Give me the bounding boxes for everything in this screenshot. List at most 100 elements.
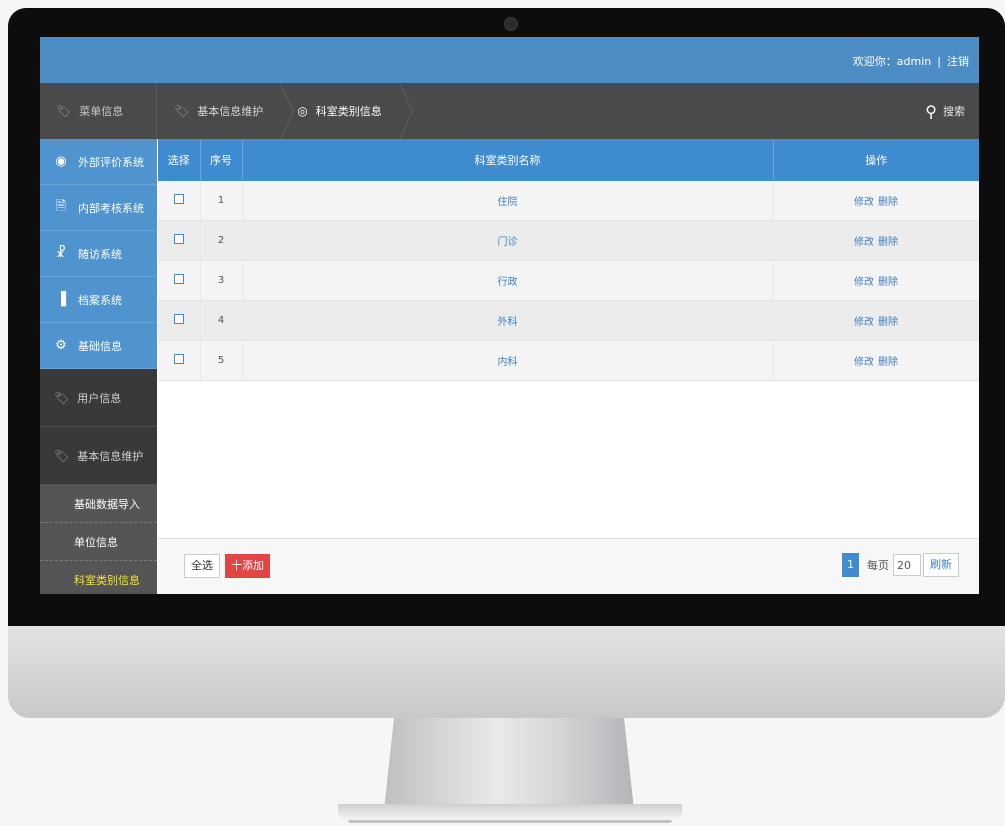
menu-section-text: 菜单信息 [79,105,124,118]
row-checkbox[interactable] [173,314,184,324]
breadcrumb-item-basic-info[interactable]: 🏷︎ 基本信息维护 [158,83,281,139]
table-row: 2 门诊 修改 删除 [158,220,979,261]
breadcrumb-item-dept-category[interactable]: ◎ 科室类别信息 [281,83,399,139]
select-cell [158,260,201,301]
monitor-chin [8,626,1005,718]
sidebar-item-label: 外部评价系统 [78,155,144,169]
table-row: 5 内科 修改 删除 [158,340,979,381]
number-cell: 2 [200,220,243,261]
row-checkbox[interactable] [173,354,184,364]
sidebar-item-internal-assessment[interactable]: 🗎︎ 内部考核系统 [40,185,157,231]
search-button[interactable]: ⚲︎ 搜索 [925,83,965,139]
edit-link[interactable]: 修改 [854,317,874,328]
sidebar-item-follow-up[interactable]: ☧ 随访系统 [40,231,157,277]
table-header-row: 选择 序号 科室类别名称 操作 [158,139,979,181]
select-cell [158,300,201,341]
sidebar-item-basic-info[interactable]: ⚙︎ 基础信息 [40,323,157,369]
name-cell: 行政 [242,260,774,301]
column-header-name: 科室类别名称 [242,139,774,181]
top-bar: 欢迎你：admin | 注销 [40,37,979,83]
select-cell [158,340,201,381]
edit-link[interactable]: 修改 [854,277,874,288]
table-row: 4 外科 修改 删除 [158,300,979,341]
sidebar-subitem-data-import[interactable]: 基础数据导入 [40,485,157,523]
search-label: 搜索 [943,105,965,118]
select-all-button[interactable]: 全选 [184,554,220,578]
delete-link[interactable]: 删除 [878,357,898,368]
edit-link[interactable]: 修改 [854,357,874,368]
sidebar-subitem-label: 单位信息 [74,535,118,549]
target-icon: ◉ [55,154,67,169]
monitor-foot [338,804,682,823]
sidebar-item-user-info[interactable]: 🏷︎ 用户信息 [40,369,157,427]
tag-icon: 🏷︎ [174,104,190,118]
select-cell [158,181,201,221]
number-cell: 3 [200,260,243,301]
table-footer: 全选 十添加 1 每页 20 刷新 [158,538,979,594]
monitor-stand [384,718,634,810]
separator: | [937,55,941,68]
sidebar-item-label: 随访系统 [78,247,122,261]
document-icon: 🗎︎ [55,198,67,214]
sidebar-item-label: 档案系统 [78,293,122,307]
edit-link[interactable]: 修改 [854,197,874,208]
logout-link[interactable]: 注销 [947,55,969,68]
screen: 欢迎你：admin | 注销 🏷︎ 菜单信息 🏷︎ 基本信息维护 ◎ 科室类别信息 … [40,37,979,594]
row-checkbox[interactable] [173,194,184,204]
select-cell [158,220,201,261]
sidebar-subitem-dept-category[interactable]: 科室类别信息 [40,561,157,594]
breadcrumb-label: 科室类别信息 [315,105,382,118]
actions-cell: 修改 删除 [773,181,979,221]
column-header-actions: 操作 [773,139,979,181]
sidebar-subitem-unit-info[interactable]: 单位信息 [40,523,157,561]
sidebar-item-label: 用户信息 [77,391,122,405]
main-content: 选择 序号 科室类别名称 操作 1 住院 修改 删除 2 门诊 修改 删除 3 … [158,139,979,594]
number-cell: 4 [200,300,243,341]
stethoscope-icon: ☧ [55,246,67,261]
delete-link[interactable]: 删除 [878,197,898,208]
refresh-button[interactable]: 刷新 [923,553,959,577]
sidebar-subitem-label: 科室类别信息 [74,573,140,587]
sidebar-item-external-evaluation[interactable]: ◉ 外部评价系统 [40,139,157,185]
sidebar-item-label: 内部考核系统 [78,201,144,215]
per-page-input[interactable]: 20 [893,554,921,576]
sidebar-item-archive[interactable]: ▐ 档案系统 [40,277,157,323]
row-checkbox[interactable] [173,234,184,244]
welcome-text: 欢迎你：admin [852,55,932,68]
chart-icon: ▐ [56,292,66,307]
actions-cell: 修改 删除 [773,260,979,301]
delete-link[interactable]: 删除 [878,237,898,248]
sidebar-item-label: 基本信息维护 [77,449,144,463]
edit-link[interactable]: 修改 [854,237,874,248]
breadcrumb-label: 基本信息维护 [197,105,264,118]
pagination: 1 每页 20 刷新 [842,553,959,577]
sidebar-item-label: 基础信息 [78,339,122,353]
number-cell: 5 [200,340,243,381]
actions-cell: 修改 删除 [773,220,979,261]
name-cell: 门诊 [242,220,774,261]
table-row: 1 住院 修改 删除 [158,181,979,221]
actions-cell: 修改 删除 [773,340,979,381]
add-button[interactable]: 十添加 [225,554,270,578]
column-header-number: 序号 [200,139,243,181]
actions-cell: 修改 删除 [773,300,979,341]
column-header-select: 选择 [158,139,201,181]
sidebar-item-basic-maintenance[interactable]: 🏷︎ 基本信息维护 [40,427,157,485]
user-area: 欢迎你：admin | 注销 [853,53,969,69]
gear-icon: ⚙︎ [55,338,67,353]
name-cell: 外科 [242,300,774,341]
sidebar: ◉ 外部评价系统 🗎︎ 内部考核系统 ☧ 随访系统 ▐ 档案系统 ⚙︎ 基础信息… [40,139,157,594]
row-checkbox[interactable] [173,274,184,284]
per-page-label: 每页 [867,559,889,572]
delete-link[interactable]: 删除 [878,277,898,288]
dept-category-table: 选择 序号 科室类别名称 操作 1 住院 修改 删除 2 门诊 修改 删除 3 … [158,139,979,381]
name-cell: 住院 [242,181,774,221]
tag-icon: 🏷︎ [56,104,72,118]
name-cell: 内科 [242,340,774,381]
camera-icon [504,17,518,31]
number-cell: 1 [200,181,243,221]
search-icon: ⚲︎ [925,101,937,121]
menu-section-label: 🏷︎ 菜单信息 [40,83,157,139]
current-page-button[interactable]: 1 [842,553,859,577]
delete-link[interactable]: 删除 [878,317,898,328]
